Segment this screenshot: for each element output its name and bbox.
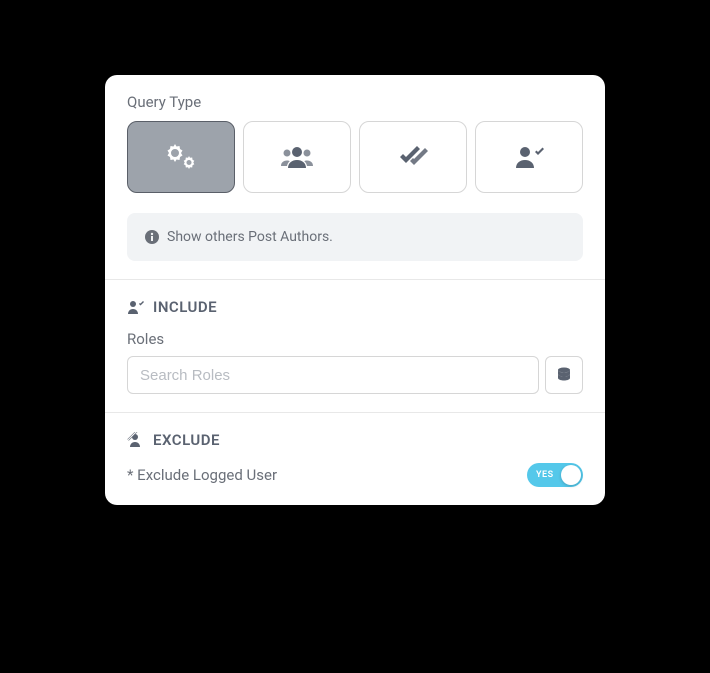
settings-panel: Query Type — [105, 75, 605, 505]
query-type-options — [127, 121, 583, 193]
database-icon — [557, 367, 571, 383]
query-option-settings[interactable] — [127, 121, 235, 193]
users-icon — [278, 142, 316, 172]
info-message: Show others Post Authors. — [127, 213, 583, 261]
exclude-section: EXCLUDE * Exclude Logged User YES — [105, 412, 605, 505]
toggle-knob — [561, 465, 581, 485]
user-slash-icon — [127, 432, 145, 448]
database-button[interactable] — [545, 356, 583, 394]
user-check-icon — [127, 299, 145, 315]
query-type-label: Query Type — [127, 93, 583, 111]
query-option-user-check[interactable] — [475, 121, 583, 193]
double-check-icon — [396, 143, 430, 171]
exclude-title: EXCLUDE — [153, 431, 220, 449]
exclude-logged-user-toggle[interactable]: YES — [527, 463, 583, 487]
include-section: INCLUDE Roles — [105, 279, 605, 412]
info-icon — [145, 230, 159, 244]
roles-label: Roles — [127, 330, 583, 348]
toggle-state-text: YES — [536, 470, 554, 480]
roles-input-row — [127, 356, 583, 394]
exclude-logged-user-label: * Exclude Logged User — [127, 466, 277, 484]
query-option-check[interactable] — [359, 121, 467, 193]
include-title: INCLUDE — [153, 298, 217, 316]
query-option-users[interactable] — [243, 121, 351, 193]
user-check-icon — [511, 142, 547, 172]
query-type-section: Query Type — [105, 75, 605, 279]
exclude-logged-user-row: * Exclude Logged User YES — [127, 463, 583, 487]
info-text: Show others Post Authors. — [167, 229, 333, 245]
exclude-header: EXCLUDE — [127, 431, 583, 449]
search-roles-input[interactable] — [127, 356, 539, 394]
include-header: INCLUDE — [127, 298, 583, 316]
gears-icon — [161, 140, 201, 174]
